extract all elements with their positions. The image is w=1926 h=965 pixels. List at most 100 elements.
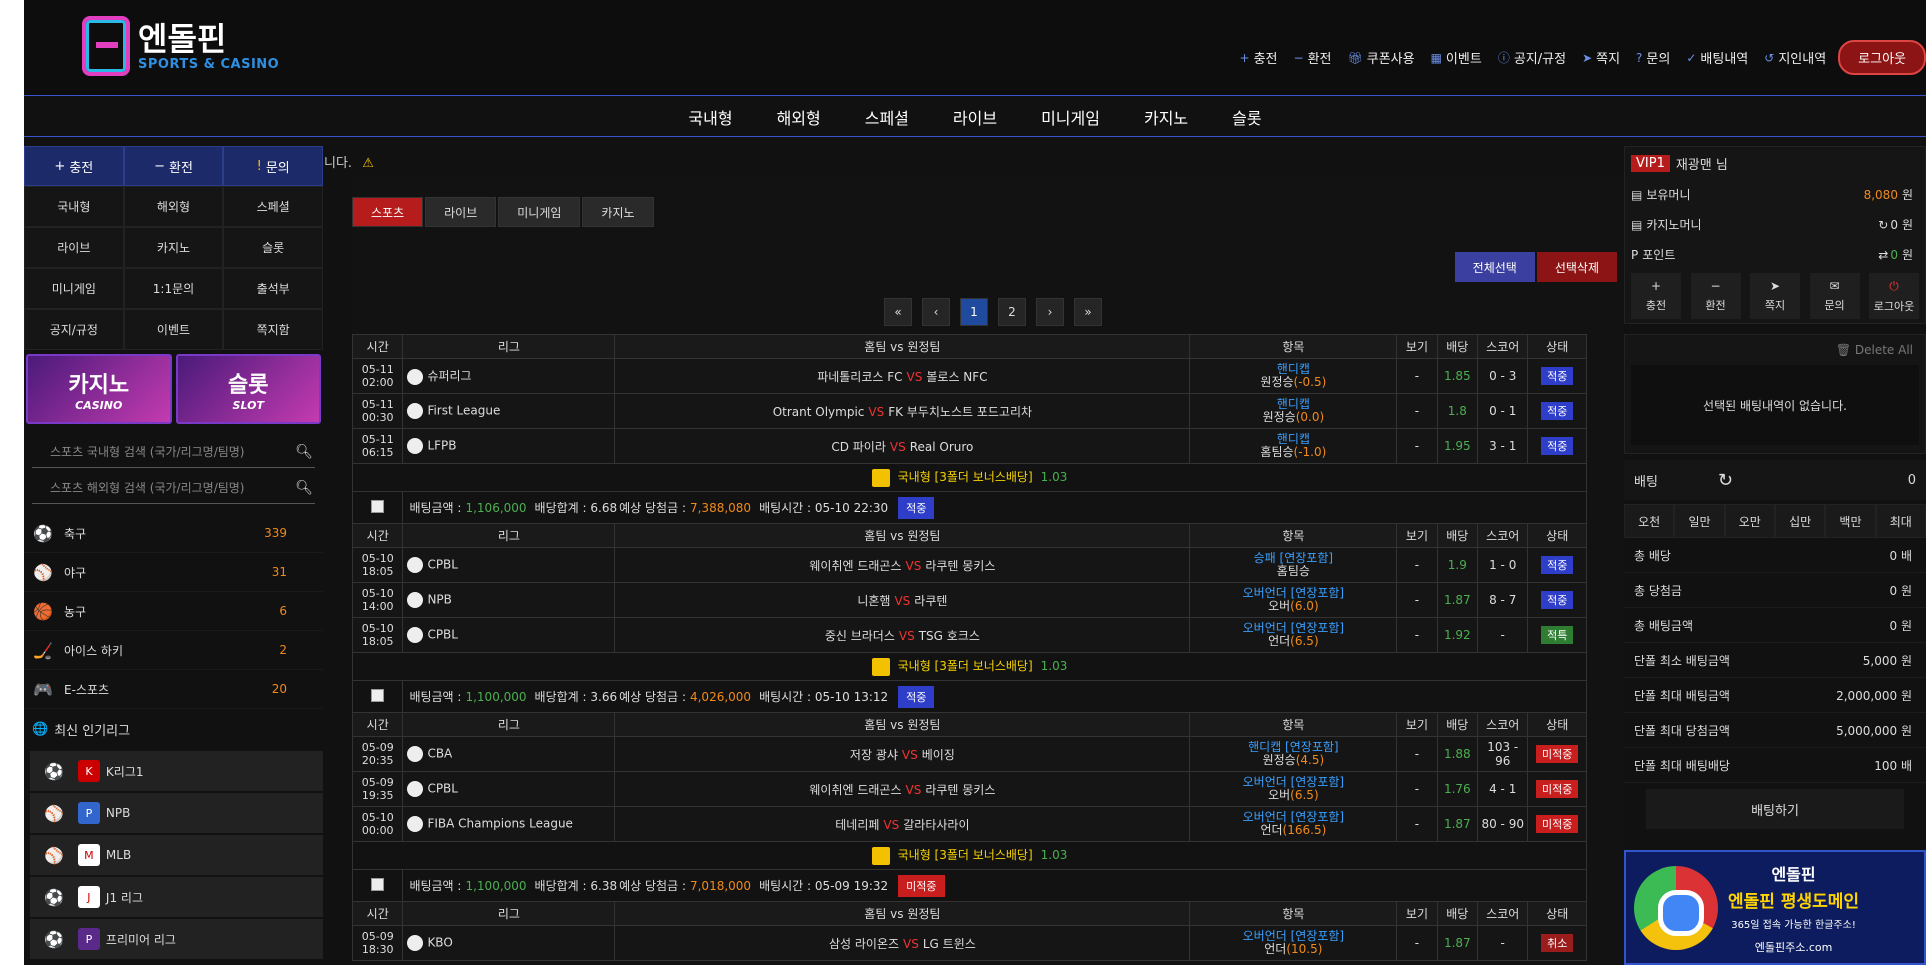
vs-label: VS bbox=[894, 593, 911, 608]
amount-button[interactable]: 십만 bbox=[1774, 504, 1826, 538]
amount-button[interactable]: 오천 bbox=[1624, 504, 1675, 538]
sport-item[interactable]: 🎮 E-스포츠 20 bbox=[24, 670, 323, 709]
history-tab[interactable]: 라이브 bbox=[425, 197, 497, 227]
mainnav-item[interactable]: 스페셜 bbox=[865, 105, 909, 129]
status-cell: 취소 bbox=[1527, 925, 1587, 961]
column-header: 스코어 bbox=[1476, 334, 1529, 359]
sport-item[interactable]: ⚽ 축구 339 bbox=[24, 514, 323, 553]
mainnav-item[interactable]: 국내형 bbox=[688, 105, 732, 129]
menu-item[interactable]: 미니게임 bbox=[24, 268, 124, 309]
menu-item[interactable]: 해외형 bbox=[123, 186, 224, 227]
topnav-item-question[interactable]: ? 문의 bbox=[1636, 48, 1670, 68]
menu-item[interactable]: 슬롯 bbox=[223, 227, 323, 268]
history-tab[interactable]: 카지노 bbox=[582, 197, 654, 227]
total-row: 총 당첨금 0 원 bbox=[1624, 573, 1926, 608]
menu-item[interactable]: 쪽지함 bbox=[223, 309, 323, 350]
quick-button[interactable]: − 환전 bbox=[123, 146, 224, 186]
page-button[interactable]: 2 bbox=[998, 298, 1026, 326]
money-action-icon[interactable]: ⇄ bbox=[1878, 248, 1888, 262]
search-foreign[interactable]: 스포츠 해외형 검색 (국가/리그명/팀명) 🔍︎ bbox=[32, 472, 315, 504]
quick-button[interactable]: ! 문의 bbox=[223, 146, 324, 186]
view-cell: - bbox=[1396, 617, 1438, 653]
pick-name: 오버 bbox=[1268, 788, 1291, 802]
mainnav-item[interactable]: 라이브 bbox=[953, 105, 997, 129]
mainnav-item[interactable]: 카지노 bbox=[1144, 105, 1188, 129]
amount-button[interactable]: 오만 bbox=[1724, 504, 1775, 538]
league-item[interactable]: ⚾ M MLB bbox=[30, 835, 323, 875]
domain-ad-banner[interactable]: 엔돌핀 엔돌핀 평생도메인 365일 접속 가능한 한글주소! 엔돌핀주소.co… bbox=[1624, 850, 1926, 965]
sport-list: ⚽ 축구 339 ⚾ 야구 31 🏀 농구 6 🏒 아이스 하키 2 🎮 E-스포츠 20 bbox=[24, 514, 323, 709]
page-button[interactable]: ‹ bbox=[922, 298, 950, 326]
match-date: 05-11 bbox=[361, 433, 394, 446]
quick-button[interactable]: + 충전 bbox=[24, 146, 124, 186]
status-cell: 적특 bbox=[1527, 617, 1587, 653]
amount-button[interactable]: 최대 bbox=[1875, 504, 1926, 538]
league-item[interactable]: ⚽ K K리그1 bbox=[30, 751, 323, 791]
user-action-button[interactable]: − 환전 bbox=[1690, 273, 1741, 319]
total-value: 100 배 bbox=[1874, 758, 1912, 773]
search-domestic[interactable]: 스포츠 국내형 검색 (국가/리그명/팀명) 🔍︎ bbox=[32, 436, 315, 468]
page-button[interactable]: › bbox=[1036, 298, 1064, 326]
slot-banner[interactable]: 슬롯 SLOT bbox=[175, 354, 321, 424]
topnav-item-history[interactable]: ↺ 지인내역 bbox=[1764, 48, 1826, 68]
delete-selected-button[interactable]: 선택삭제 bbox=[1536, 252, 1617, 282]
mainnav-item[interactable]: 해외형 bbox=[777, 105, 821, 129]
site-logo[interactable]: 엔돌핀 SPORTS & CASINO bbox=[82, 16, 279, 76]
topnav-item-gift[interactable]: 🎁︎ 쿠폰사용 bbox=[1348, 48, 1415, 68]
bet-amount-input[interactable]: 0 bbox=[1908, 473, 1916, 488]
menu-item[interactable]: 국내형 bbox=[24, 186, 124, 227]
mainnav-item[interactable]: 슬롯 bbox=[1232, 105, 1261, 129]
match-date: 05-10 bbox=[361, 587, 394, 600]
menu-item[interactable]: 카지노 bbox=[123, 227, 224, 268]
menu-item[interactable]: 1:1문의 bbox=[123, 268, 224, 309]
delete-all-button[interactable]: 🗑︎ Delete All bbox=[1625, 335, 1925, 365]
topnav-item-check[interactable]: ✓ 배팅내역 bbox=[1686, 48, 1748, 68]
menu-item[interactable]: 라이브 bbox=[24, 227, 124, 268]
select-buttons: 전체선택 선택삭제 bbox=[1454, 252, 1617, 282]
league-item[interactable]: ⚽ P 프리미어 리그 bbox=[30, 919, 323, 959]
league-item[interactable]: ⚽ J J1 리그 bbox=[30, 877, 323, 917]
topnav-item-send[interactable]: ➤ 쪽지 bbox=[1582, 48, 1620, 68]
match-time: 05-10 18:05 bbox=[351, 617, 404, 653]
history-tab[interactable]: 미니게임 bbox=[498, 197, 581, 227]
menu-item[interactable]: 이벤트 bbox=[123, 309, 224, 350]
user-action-button[interactable]: ✉ 문의 bbox=[1809, 273, 1860, 319]
page-button[interactable]: 1 bbox=[960, 298, 988, 326]
column-header: 시간 bbox=[351, 523, 404, 548]
select-checkbox[interactable] bbox=[371, 499, 385, 513]
logout-button[interactable]: 로그아웃 bbox=[1838, 40, 1926, 75]
place-bet-button[interactable]: 배팅하기 bbox=[1646, 789, 1904, 829]
money-label: 보유머니 bbox=[1646, 187, 1691, 202]
select-checkbox[interactable] bbox=[371, 688, 385, 702]
topnav-item-plus[interactable]: + 충전 bbox=[1240, 48, 1278, 68]
menu-item[interactable]: 공지/규정 bbox=[24, 309, 124, 350]
total-row: 단폴 최대 배팅금액 2,000,000 원 bbox=[1624, 678, 1926, 713]
topnav-item-minus[interactable]: − 환전 bbox=[1294, 48, 1332, 68]
money-action-icon[interactable]: ↻ bbox=[1878, 218, 1888, 232]
casino-banner[interactable]: 카지노 CASINO bbox=[26, 354, 172, 424]
select-checkbox[interactable] bbox=[371, 877, 385, 891]
sport-item[interactable]: 🏀 농구 6 bbox=[24, 592, 323, 631]
history-tab[interactable]: 스포츠 bbox=[352, 197, 424, 227]
league-item[interactable]: ⚾ P NPB bbox=[30, 793, 323, 833]
page-button[interactable]: « bbox=[884, 298, 912, 326]
menu-item[interactable]: 스페셜 bbox=[223, 186, 323, 227]
topnav-item-info[interactable]: ⓘ 공지/규정 bbox=[1498, 48, 1566, 67]
page-button[interactable]: » bbox=[1074, 298, 1102, 326]
user-action-button[interactable]: ➤ 쪽지 bbox=[1750, 273, 1800, 319]
user-action-button[interactable]: ⏻ 로그아웃 bbox=[1869, 273, 1919, 319]
sport-item[interactable]: ⚾ 야구 31 bbox=[24, 553, 323, 592]
menu-item[interactable]: 출석부 bbox=[223, 268, 323, 309]
user-action-button[interactable]: + 충전 bbox=[1631, 273, 1681, 319]
reset-icon[interactable]: ↻ bbox=[1718, 470, 1733, 491]
status-badge: 미적중 bbox=[1536, 745, 1579, 763]
topnav-item-calendar[interactable]: ▦ 이벤트 bbox=[1431, 48, 1482, 68]
select-all-button[interactable]: 전체선택 bbox=[1454, 252, 1535, 282]
menu-grid: 국내형 해외형 스페셜라이브 카지노 슬롯미니게임 1:1문의 출석부공지/규정 이벤트 쪽지함 bbox=[24, 186, 323, 350]
search-icon[interactable]: 🔍︎ bbox=[295, 480, 313, 496]
mainnav-item[interactable]: 미니게임 bbox=[1041, 105, 1100, 129]
sport-item[interactable]: 🏒 아이스 하키 2 bbox=[24, 631, 323, 670]
search-icon[interactable]: 🔍︎ bbox=[295, 444, 313, 460]
amount-button[interactable]: 백만 bbox=[1825, 504, 1876, 538]
amount-button[interactable]: 일만 bbox=[1674, 504, 1725, 538]
